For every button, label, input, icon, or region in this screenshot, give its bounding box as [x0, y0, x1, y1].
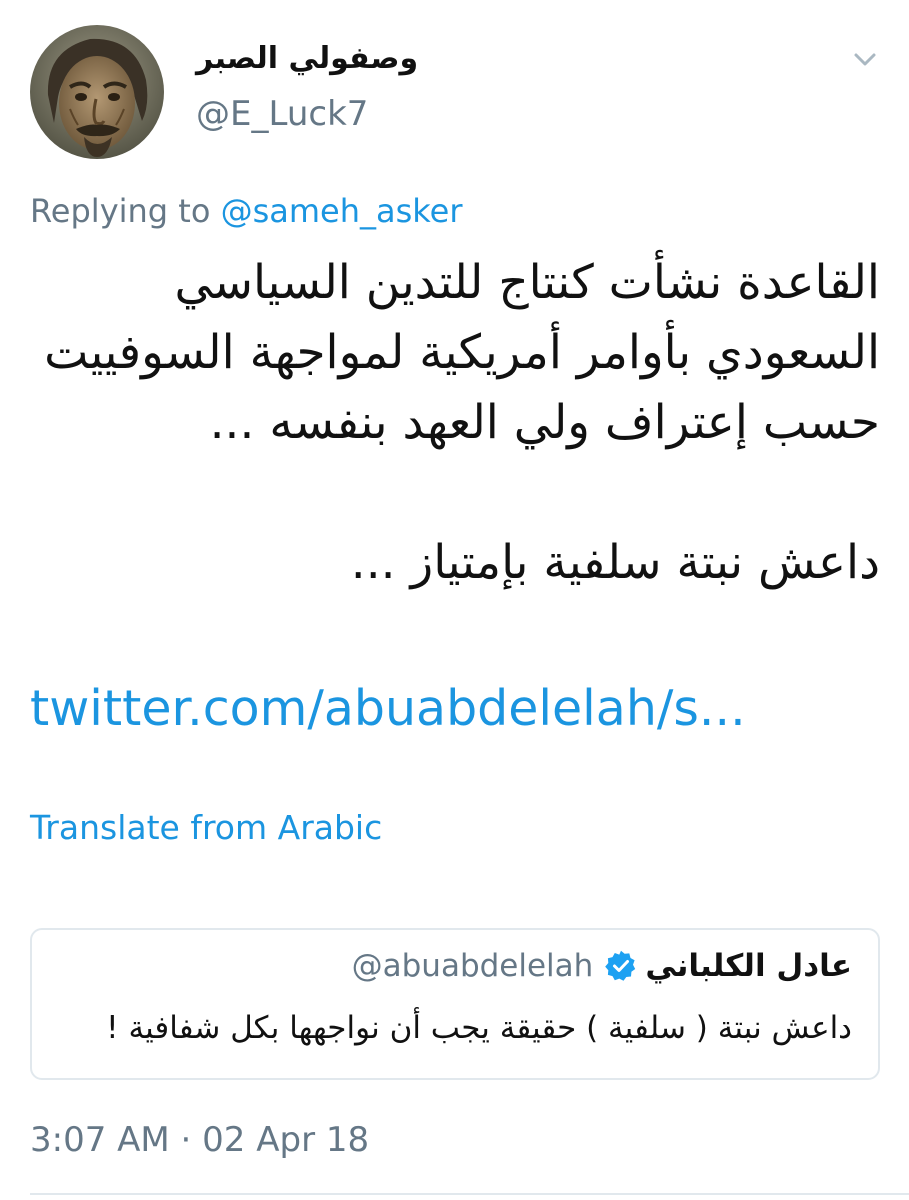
- tweet-text-line: داعش نبتة سلفية بإمتياز ...: [350, 535, 880, 590]
- avatar[interactable]: [30, 25, 164, 159]
- tweet-text: القاعدة نشأت كنتاج للتدين السياسي السعود…: [30, 248, 880, 598]
- tweet-text-line: القاعدة نشأت كنتاج للتدين السياسي: [174, 255, 880, 310]
- divider: [30, 1193, 909, 1195]
- replying-to: Replying to @sameh_asker: [30, 192, 463, 230]
- verified-badge-icon: [605, 950, 637, 982]
- avatar-portrait-image: [30, 25, 164, 159]
- quoted-author-name: عادل الكلباني: [645, 948, 852, 984]
- author-display-name[interactable]: وصفولي الصبر: [196, 42, 418, 75]
- translate-button[interactable]: Translate from Arabic: [30, 808, 382, 848]
- quoted-tweet[interactable]: @abuabdelelah عادل الكلباني داعش نبتة ( …: [30, 928, 880, 1080]
- chevron-down-icon[interactable]: [850, 44, 880, 74]
- tweet-timestamp[interactable]: 3:07 AM · 02 Apr 18: [30, 1120, 369, 1161]
- quoted-tweet-text: داعش نبتة ( سلفية ) حقيقة يجب أن نواجهها…: [106, 1010, 852, 1046]
- replying-to-label: Replying to: [30, 192, 211, 230]
- quoted-tweet-header: @abuabdelelah عادل الكلباني: [352, 948, 852, 984]
- quoted-author-handle: @abuabdelelah: [351, 948, 594, 984]
- reply-mention-link[interactable]: @sameh_asker: [221, 192, 463, 230]
- tweet-link[interactable]: twitter.com/abuabdelelah/s...: [30, 680, 746, 739]
- tweet-text-line: السعودي بأوامر أمريكية لمواجهة السوفييت: [44, 325, 880, 380]
- tweet-text-line: حسب إعتراف ولي العهد بنفسه ...: [209, 395, 880, 450]
- author-handle[interactable]: @E_Luck7: [196, 95, 368, 133]
